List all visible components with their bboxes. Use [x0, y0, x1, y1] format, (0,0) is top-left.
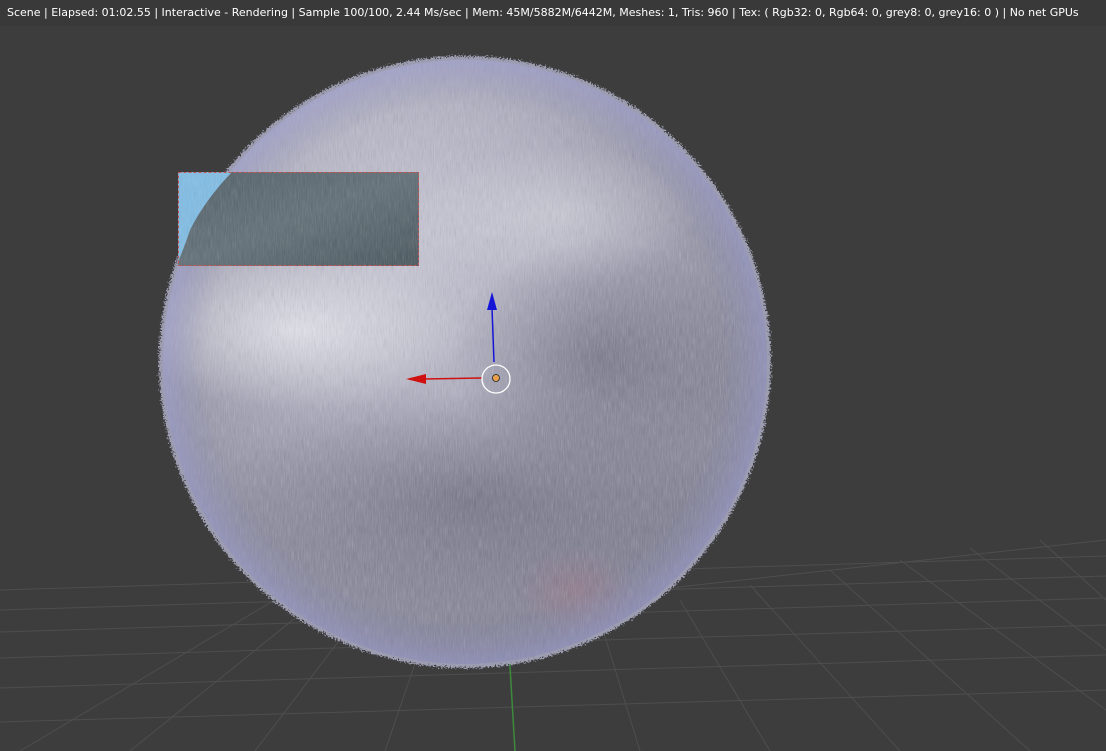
fur-sphere-object[interactable]	[130, 56, 772, 668]
render-status-header: Scene | Elapsed: 01:02.55 | Interactive …	[0, 0, 1106, 26]
object-origin-icon	[492, 374, 500, 382]
3d-viewport[interactable]: Scene | Elapsed: 01:02.55 | Interactive …	[0, 0, 1106, 751]
render-border-region[interactable]	[178, 172, 419, 266]
scene-canvas[interactable]	[0, 0, 1106, 751]
x-axis-handle[interactable]	[423, 377, 483, 380]
render-status-text: Scene | Elapsed: 01:02.55 | Interactive …	[7, 6, 1079, 19]
y-axis-line	[508, 649, 516, 751]
